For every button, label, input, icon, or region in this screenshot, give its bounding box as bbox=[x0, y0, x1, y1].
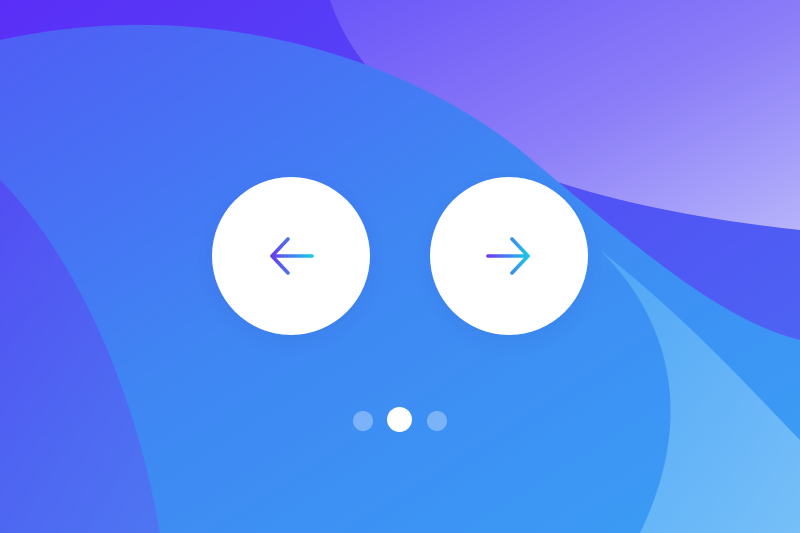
pagination-dot-1[interactable] bbox=[353, 411, 373, 431]
pagination-dot-2-active[interactable] bbox=[387, 407, 412, 432]
previous-button[interactable] bbox=[212, 177, 370, 335]
pagination-dots bbox=[351, 405, 449, 433]
arrow-left-icon bbox=[270, 237, 314, 275]
pagination-dot-3[interactable] bbox=[427, 411, 447, 431]
carousel-stage bbox=[0, 0, 800, 533]
next-button[interactable] bbox=[430, 177, 588, 335]
background-gradient-blobs bbox=[0, 0, 800, 533]
arrow-right-icon bbox=[486, 237, 530, 275]
